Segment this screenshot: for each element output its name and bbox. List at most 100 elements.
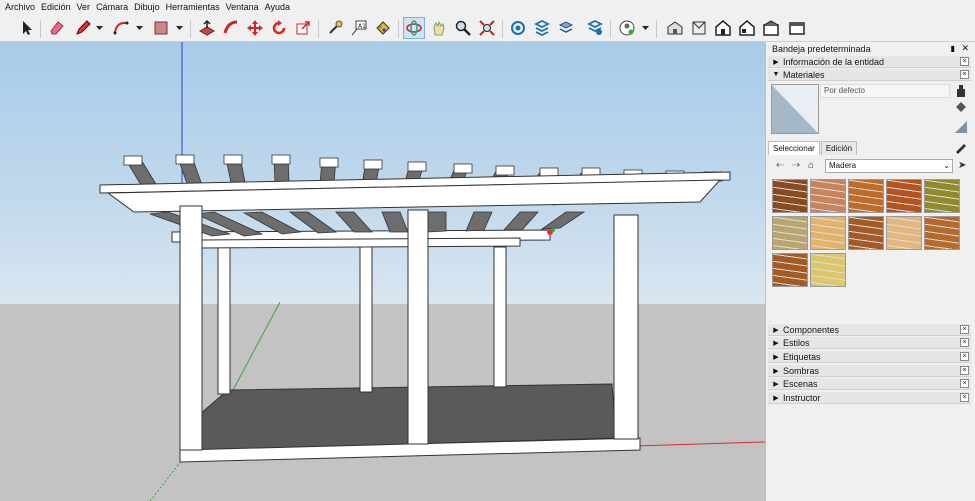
close-icon[interactable]: × [960, 57, 969, 66]
pencil-line-tool-icon[interactable] [72, 17, 94, 39]
push-pull-tool-icon[interactable] [196, 17, 218, 39]
rotate-tool-icon[interactable] [268, 17, 290, 39]
scale-tool-icon[interactable] [292, 17, 314, 39]
material-swatch[interactable] [924, 216, 960, 250]
material-swatch[interactable] [886, 179, 922, 213]
panel-componentes[interactable]: ▶ Componentes × [768, 324, 971, 336]
menu-archivo[interactable]: Archivo [4, 0, 40, 14]
details-arrow-icon[interactable]: ➤ [958, 160, 966, 171]
material-name-field[interactable]: Por defecto [820, 84, 950, 98]
triangle-right-icon: ▶ [773, 367, 779, 375]
chevron-down-icon[interactable] [176, 24, 183, 32]
layout-icon[interactable] [555, 17, 577, 39]
tab-edicion[interactable]: Edición [820, 141, 858, 155]
pin-icon[interactable]: ▮ [951, 44, 955, 53]
account-icon[interactable] [616, 17, 638, 39]
panel-instructor[interactable]: ▶ Instructor × [768, 392, 971, 404]
triangle-right-icon: ▶ [773, 326, 779, 334]
material-swatch[interactable] [772, 253, 808, 287]
panel-entity-info[interactable]: ▶ Información de la entidad × [768, 56, 971, 68]
triangle-right-icon: ▶ [773, 58, 779, 66]
panel-etiquetas[interactable]: ▶ Etiquetas × [768, 351, 971, 363]
material-preview [771, 84, 819, 134]
pan-tool-icon[interactable] [428, 17, 450, 39]
orbit-tool-icon[interactable] [403, 17, 425, 39]
back-view-icon[interactable] [760, 17, 782, 39]
material-swatch[interactable] [772, 216, 808, 250]
rectangle-tool-icon[interactable] [150, 17, 172, 39]
text-tool-icon[interactable]: A1 [348, 17, 370, 39]
material-swatch[interactable] [810, 253, 846, 287]
triangle-right-icon: ▶ [773, 380, 779, 388]
create-material-icon[interactable] [954, 84, 968, 98]
menu-herramientas[interactable]: Herramientas [165, 0, 225, 14]
extension-manager-icon[interactable] [584, 17, 606, 39]
material-swatch[interactable] [810, 216, 846, 250]
close-icon[interactable]: × [960, 70, 969, 79]
tab-seleccionar[interactable]: Seleccionar [768, 141, 820, 155]
move-tool-icon[interactable] [244, 17, 266, 39]
pergola-model [99, 42, 765, 501]
default-tray: Bandeja predeterminada ▮ ✕ ▶ Información… [765, 42, 975, 501]
close-icon[interactable]: × [960, 379, 969, 388]
arc-tool-icon[interactable] [110, 17, 132, 39]
paint-bucket-tool-icon[interactable] [372, 17, 394, 39]
chevron-down-icon[interactable] [96, 24, 103, 32]
follow-me-tool-icon[interactable] [220, 17, 242, 39]
triangle-down-icon: ▼ [772, 71, 780, 78]
menu-bar: Archivo Edición Ver Cámara Dibujo Herram… [0, 0, 975, 14]
back-arrow-icon[interactable]: ⇠ [776, 160, 784, 171]
close-icon[interactable]: × [960, 366, 969, 375]
menu-camara[interactable]: Cámara [95, 0, 133, 14]
chevron-down-icon: ⌄ [943, 161, 950, 170]
menu-dibujo[interactable]: Dibujo [133, 0, 165, 14]
collection-select[interactable]: Madera ⌄ [825, 159, 953, 173]
panel-escenas[interactable]: ▶ Escenas × [768, 378, 971, 390]
iso-view-icon[interactable] [664, 17, 686, 39]
material-swatch[interactable] [924, 179, 960, 213]
svg-text:A1: A1 [358, 23, 366, 30]
eraser-tool-icon[interactable] [46, 17, 68, 39]
menu-ventana[interactable]: Ventana [225, 0, 264, 14]
front-view-icon[interactable] [712, 17, 734, 39]
material-swatch[interactable] [810, 179, 846, 213]
panel-materials[interactable]: ▼ Materiales × [768, 69, 971, 81]
toolbar: A1 [0, 14, 975, 42]
bottom-view-icon[interactable] [786, 17, 808, 39]
zoom-extents-tool-icon[interactable] [476, 17, 498, 39]
material-swatch[interactable] [886, 216, 922, 250]
panel-sombras[interactable]: ▶ Sombras × [768, 365, 971, 377]
3d-warehouse-icon[interactable] [507, 17, 529, 39]
materials-nav: ⇠ ⇢ ⌂ Madera ⌄ ➤ [768, 156, 971, 176]
triangle-right-icon: ▶ [773, 394, 779, 402]
model-viewport[interactable] [0, 42, 765, 501]
green-axis [231, 301, 281, 393]
chevron-down-icon[interactable] [136, 24, 143, 32]
extension-warehouse-icon[interactable] [531, 17, 553, 39]
materials-tabs: Seleccionar Edición [768, 141, 971, 155]
tape-measure-tool-icon[interactable] [324, 17, 346, 39]
material-swatch[interactable] [848, 179, 884, 213]
close-icon[interactable]: × [960, 338, 969, 347]
select-tool-icon[interactable] [16, 17, 38, 39]
material-swatch[interactable] [772, 179, 808, 213]
tray-title: Bandeja predeterminada [772, 44, 871, 54]
chevron-down-icon[interactable] [642, 24, 649, 32]
forward-arrow-icon[interactable]: ⇢ [792, 160, 800, 171]
paint-bucket-icon[interactable] [954, 100, 968, 114]
close-icon[interactable]: × [960, 325, 969, 334]
material-swatch[interactable] [848, 216, 884, 250]
menu-ayuda[interactable]: Ayuda [264, 0, 295, 14]
default-material-icon[interactable] [954, 120, 968, 134]
panel-estilos[interactable]: ▶ Estilos × [768, 337, 971, 349]
zoom-tool-icon[interactable] [452, 17, 474, 39]
close-icon[interactable]: ✕ [961, 43, 969, 54]
triangle-right-icon: ▶ [773, 339, 779, 347]
home-icon[interactable]: ⌂ [808, 160, 814, 171]
close-icon[interactable]: × [960, 393, 969, 402]
top-view-icon[interactable] [688, 17, 710, 39]
menu-ver[interactable]: Ver [76, 0, 96, 14]
close-icon[interactable]: × [960, 352, 969, 361]
right-view-icon[interactable] [736, 17, 758, 39]
menu-edicion[interactable]: Edición [40, 0, 76, 14]
